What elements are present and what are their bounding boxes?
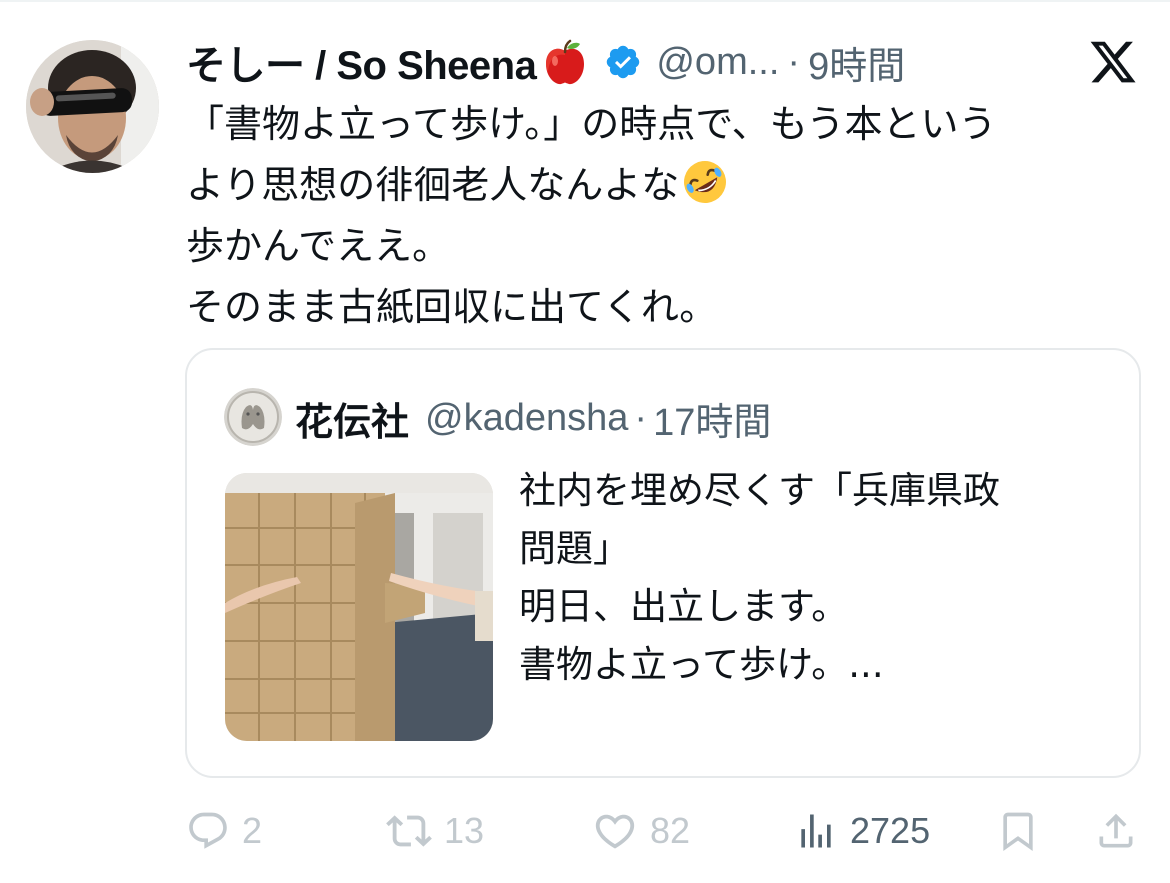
bookmark-button[interactable]	[996, 800, 1040, 862]
author-handle[interactable]: @om...	[656, 41, 779, 84]
quoted-tweet-body: 社内を埋め尽くす「兵庫県政 問題」 明日、出立します。 書物よ立って歩け。...	[519, 462, 1119, 694]
tweet-action-bar: 2 13 82 2725	[0, 800, 1170, 862]
views-button[interactable]: 2725	[794, 800, 930, 862]
bookmark-icon	[996, 809, 1040, 853]
heart-icon	[592, 808, 638, 854]
reply-count: 2	[242, 810, 263, 851]
tweet-text-line: 「書物よ立って歩け。」の時点で、もう本という	[186, 102, 997, 146]
tweet-header: そしー / So Sheena @om... · 9時間	[186, 34, 905, 90]
quoted-text-line: 問題」	[519, 527, 630, 570]
tweet-text-line: そのまま古紙回収に出てくれ。	[186, 285, 718, 329]
x-logo-icon[interactable]	[1088, 37, 1138, 87]
tweet-text-line: より思想の徘徊老人なんよな	[186, 155, 1136, 216]
views-chart-icon	[794, 809, 838, 853]
separator-dot: ·	[634, 396, 648, 439]
retweet-icon	[386, 808, 432, 854]
quoted-text-line: 社内を埋め尽くす「兵庫県政	[519, 469, 1000, 512]
author-display-name[interactable]: そしー / So Sheena	[186, 33, 537, 91]
like-button[interactable]: 82	[592, 800, 690, 862]
tweet-body: 「書物よ立って歩け。」の時点で、もう本という より思想の徘徊老人なんよな 歩かん…	[186, 94, 1136, 338]
separator-dot: ·	[787, 40, 801, 83]
quoted-author-handle[interactable]: @kadensha	[425, 397, 628, 440]
reply-icon	[186, 809, 230, 853]
rolling-on-floor-laughing-emoji	[681, 158, 729, 206]
quoted-author-avatar[interactable]	[224, 388, 282, 446]
views-count: 2725	[850, 810, 931, 851]
tweet-text-line: 歩かんでええ。	[186, 224, 451, 268]
verified-badge-icon[interactable]	[604, 43, 642, 81]
quoted-text-line: 明日、出立します。	[519, 585, 849, 628]
quoted-text-line: 書物よ立って歩け。...	[519, 643, 884, 686]
like-count: 82	[650, 810, 691, 851]
author-avatar[interactable]	[26, 40, 159, 173]
quoted-tweet-header: 花伝社 @kadensha · 17時間	[295, 390, 771, 446]
top-divider	[0, 0, 1170, 2]
share-button[interactable]	[1094, 800, 1138, 862]
quoted-tweet-timestamp[interactable]: 17時間	[653, 391, 771, 446]
quoted-tweet-image[interactable]	[225, 473, 493, 741]
quoted-author-name[interactable]: 花伝社	[295, 391, 409, 446]
retweet-count: 13	[444, 810, 485, 851]
share-icon	[1094, 809, 1138, 853]
reply-button[interactable]: 2	[186, 800, 262, 862]
apple-emoji-icon	[540, 37, 590, 87]
tweet-text-fragment: より思想の徘徊老人なんよな	[186, 163, 680, 207]
tweet-timestamp[interactable]: 9時間	[808, 35, 905, 90]
quoted-tweet-card[interactable]: 花伝社 @kadensha · 17時間 社内を埋め尽くす「兵庫県政 問題」 明…	[185, 348, 1141, 778]
retweet-button[interactable]: 13	[386, 800, 484, 862]
